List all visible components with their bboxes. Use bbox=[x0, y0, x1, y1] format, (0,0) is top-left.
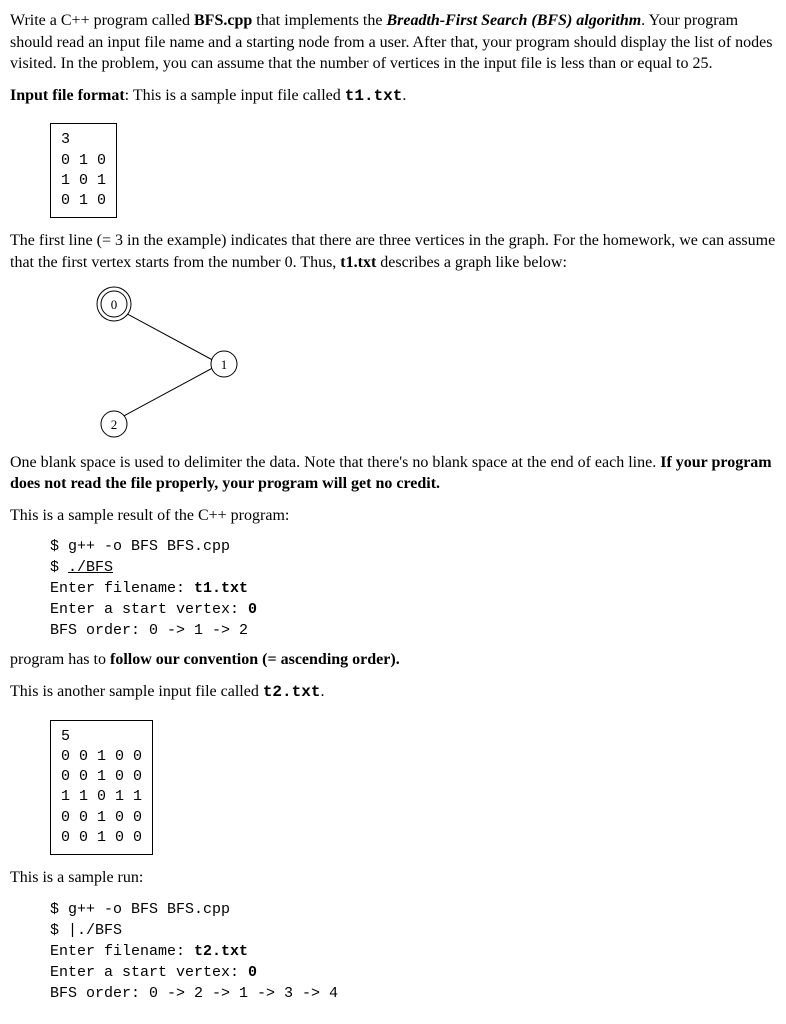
text: This is another sample input file called bbox=[10, 683, 263, 700]
term-prompt-text: Enter filename: bbox=[50, 943, 194, 960]
graph-diagram: 0 1 2 bbox=[90, 284, 260, 444]
algorithm-name: Breadth-First Search (BFS) algorithm bbox=[386, 12, 641, 29]
term-output: BFS order: 0 -> 2 -> 1 -> 3 -> 4 bbox=[50, 985, 338, 1002]
text: program has to bbox=[10, 651, 110, 668]
graph-node-1: 1 bbox=[221, 357, 228, 372]
paragraph-first-line: The first line (= 3 in the example) indi… bbox=[10, 230, 776, 273]
paragraph-intro: Write a C++ program called BFS.cpp that … bbox=[10, 10, 776, 75]
term-line: $ g++ -o BFS BFS.cpp bbox=[50, 538, 230, 555]
paragraph-convention: program has to follow our convention (= … bbox=[10, 649, 776, 671]
filename: t2.txt bbox=[263, 683, 321, 701]
graph-node-0: 0 bbox=[111, 297, 118, 312]
term-line: $ |./BFS bbox=[50, 922, 122, 939]
input-file-box-1: 3 0 1 0 1 0 1 0 1 0 bbox=[50, 123, 117, 218]
term-cmd: ./BFS bbox=[68, 559, 113, 576]
input-file-box-2: 5 0 0 1 0 0 0 0 1 0 0 1 1 0 1 1 0 0 1 0 … bbox=[50, 720, 153, 856]
paragraph-delimiter: One blank space is used to delimiter the… bbox=[10, 452, 776, 495]
filename: t1.txt bbox=[345, 87, 403, 105]
text: . bbox=[320, 683, 324, 700]
term-user-input: t1.txt bbox=[194, 580, 248, 597]
term-prompt-text: Enter filename: bbox=[50, 580, 194, 597]
text: that implements the bbox=[252, 12, 386, 29]
paragraph-another-sample: This is another sample input file called… bbox=[10, 681, 776, 704]
term-line: $ g++ -o BFS BFS.cpp bbox=[50, 901, 230, 918]
text: Write a C++ program called bbox=[10, 12, 194, 29]
term-prompt: $ bbox=[50, 559, 68, 576]
term-prompt-text: Enter a start vertex: bbox=[50, 964, 248, 981]
terminal-output-2: $ g++ -o BFS BFS.cpp $ |./BFS Enter file… bbox=[50, 899, 776, 1004]
term-output: BFS order: 0 -> 1 -> 2 bbox=[50, 622, 248, 639]
graph-node-2: 2 bbox=[111, 417, 118, 432]
term-user-input: 0 bbox=[248, 601, 257, 618]
label: Input file format bbox=[10, 87, 125, 104]
paragraph-input-format: Input file format: This is a sample inpu… bbox=[10, 85, 776, 108]
text: One blank space is used to delimiter the… bbox=[10, 454, 660, 471]
text: . bbox=[402, 87, 406, 104]
text: : This is a sample input file called bbox=[125, 87, 345, 104]
text: describes a graph like below: bbox=[376, 254, 567, 271]
filename: t1.txt bbox=[340, 254, 376, 271]
term-user-input: 0 bbox=[248, 964, 257, 981]
program-name: BFS.cpp bbox=[194, 12, 252, 29]
term-prompt-text: Enter a start vertex: bbox=[50, 601, 248, 618]
paragraph-sample-result: This is a sample result of the C++ progr… bbox=[10, 505, 776, 527]
term-user-input: t2.txt bbox=[194, 943, 248, 960]
paragraph-sample-run: This is a sample run: bbox=[10, 867, 776, 889]
terminal-output-1: $ g++ -o BFS BFS.cpp $ ./BFS Enter filen… bbox=[50, 536, 776, 641]
convention-text: follow our convention (= ascending order… bbox=[110, 651, 400, 668]
